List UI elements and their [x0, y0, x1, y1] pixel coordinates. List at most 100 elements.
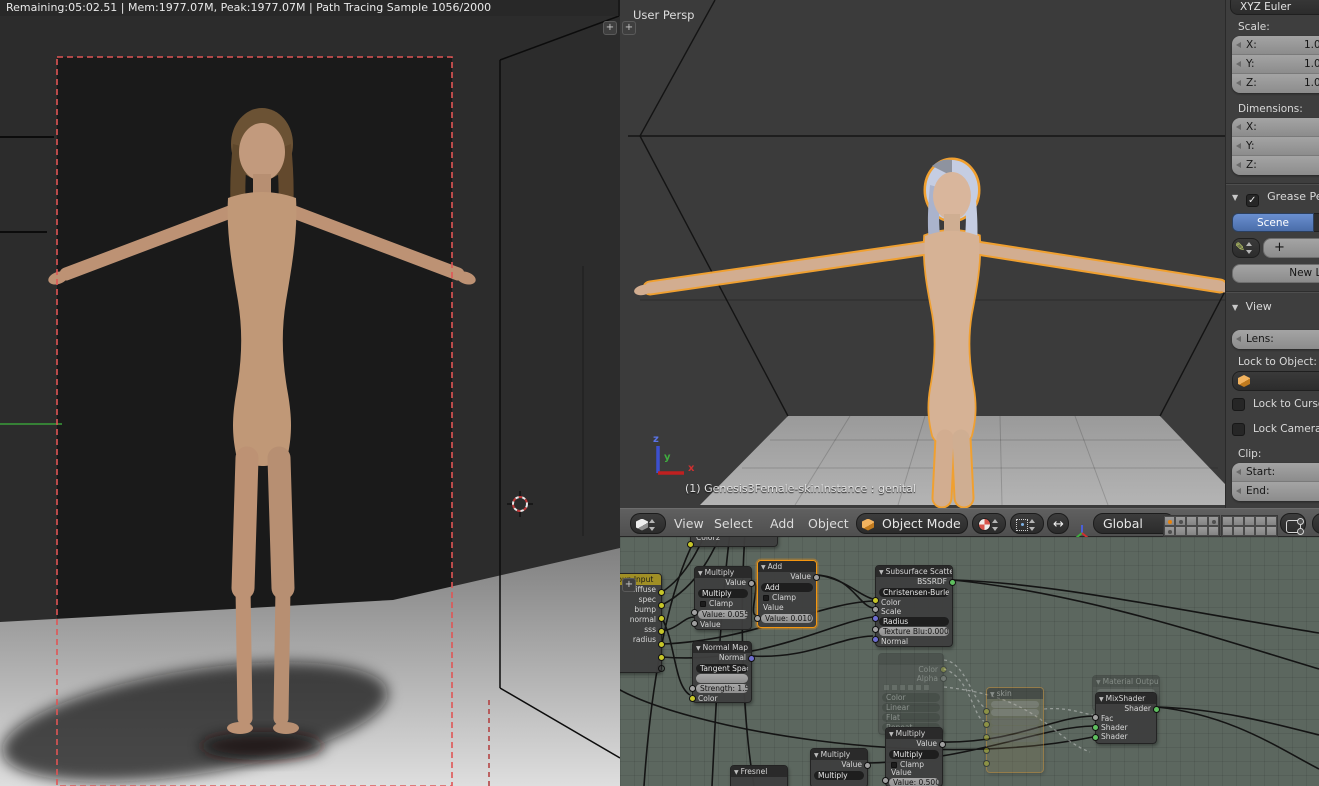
input-socket[interactable]: [983, 760, 990, 767]
input-socket[interactable]: [872, 615, 879, 622]
output-socket[interactable]: [658, 628, 665, 635]
interpolation-dropdown[interactable]: Linear: [882, 703, 940, 712]
input-socket[interactable]: [687, 541, 694, 548]
output-socket[interactable]: [813, 574, 820, 581]
decrement-icon[interactable]: [1236, 488, 1241, 494]
input-socket[interactable]: [691, 620, 698, 627]
radius-dropdown[interactable]: Radius: [879, 617, 949, 626]
clip-end-slider[interactable]: End:: [1232, 482, 1319, 501]
layer-cell[interactable]: [1164, 516, 1175, 526]
clamp-checkbox[interactable]: [763, 595, 769, 601]
node-fresnel[interactable]: ▼Fresnel: [730, 765, 788, 786]
layer-cell[interactable]: [1266, 516, 1277, 526]
input-socket[interactable]: [872, 626, 879, 633]
decrement-icon[interactable]: [1236, 124, 1241, 130]
output-socket[interactable]: [658, 602, 665, 609]
decrement-icon[interactable]: [1236, 61, 1241, 67]
lock-to-scene-toggle[interactable]: [1280, 513, 1306, 534]
output-socket[interactable]: [939, 741, 946, 748]
grease-pencil-draw-button[interactable]: ✎: [1232, 238, 1260, 258]
layer-cell[interactable]: [1175, 516, 1186, 526]
input-socket[interactable]: [872, 606, 879, 613]
decrement-icon[interactable]: [1236, 469, 1241, 475]
layer-cell[interactable]: [1266, 526, 1277, 536]
layers-widget-group1[interactable]: [1163, 515, 1220, 537]
menu-view[interactable]: View: [670, 509, 708, 538]
output-socket[interactable]: [1153, 706, 1160, 713]
decrement-icon[interactable]: [1236, 162, 1241, 168]
value-slider[interactable]: Value: 0.055: [698, 610, 748, 619]
clamp-checkbox[interactable]: [891, 762, 897, 768]
decrement-icon[interactable]: [1236, 80, 1241, 86]
output-socket[interactable]: [658, 589, 665, 596]
output-socket[interactable]: [949, 579, 956, 586]
node-mix-partial[interactable]: Color2: [690, 537, 778, 547]
input-socket[interactable]: [872, 597, 879, 604]
3d-viewport[interactable]: z y x User Persp (1) Genesis3Female-skin…: [620, 0, 1319, 508]
expand-node-panel-button[interactable]: +: [622, 578, 636, 592]
pivot-point-dropdown[interactable]: [1010, 513, 1044, 534]
texture-blur-slider[interactable]: Texture Blu:0.000: [879, 627, 949, 636]
node-add-selected[interactable]: ▼Add Value Add Clamp Value Value: 0.010: [757, 560, 817, 628]
input-socket[interactable]: [1092, 714, 1099, 721]
decrement-icon[interactable]: [1236, 143, 1241, 149]
falloff-dropdown[interactable]: Christensen-Burley: [879, 588, 949, 597]
layer-cell[interactable]: [1175, 526, 1186, 536]
layer-cell[interactable]: [1244, 516, 1255, 526]
layer-cell[interactable]: [1208, 526, 1219, 536]
expand-toolshelf-button[interactable]: +: [622, 21, 636, 35]
node-multiply[interactable]: ▼Multiply Value Multiply Clamp Value Val…: [885, 727, 943, 786]
value-slider[interactable]: Value: 0.010: [761, 614, 813, 623]
layer-cell[interactable]: [1222, 516, 1233, 526]
layer-cell[interactable]: [1197, 526, 1208, 536]
output-socket[interactable]: [940, 675, 947, 682]
input-socket[interactable]: [983, 721, 990, 728]
new-layer-button[interactable]: New Layer: [1232, 264, 1319, 283]
expand-region-button[interactable]: +: [603, 21, 617, 35]
operation-dropdown[interactable]: Multiply: [889, 750, 939, 759]
menu-add[interactable]: Add: [766, 509, 798, 538]
output-socket[interactable]: [658, 654, 665, 661]
operation-dropdown[interactable]: Multiply: [698, 589, 748, 598]
node-multiply[interactable]: ▼Multiply Value Multiply: [810, 748, 868, 786]
dim-y-field[interactable]: Y:: [1232, 137, 1319, 156]
output-socket[interactable]: [658, 615, 665, 622]
input-socket[interactable]: [689, 695, 696, 702]
input-socket[interactable]: [754, 615, 761, 622]
collapse-icon[interactable]: ▼: [1232, 303, 1238, 312]
lock-to-cursor-checkbox[interactable]: [1232, 398, 1245, 411]
node-multiply[interactable]: ▼Multiply Value Multiply Clamp Value: 0.…: [694, 566, 752, 630]
input-socket[interactable]: [691, 609, 698, 616]
output-socket[interactable]: [658, 641, 665, 648]
decrement-icon[interactable]: [1236, 42, 1241, 48]
dim-x-field[interactable]: X:: [1232, 118, 1319, 137]
uv-map-field[interactable]: [696, 674, 748, 683]
decrement-icon[interactable]: [1236, 336, 1241, 342]
scale-y-field[interactable]: Y:1.000: [1232, 55, 1319, 74]
layers-widget-group2[interactable]: [1221, 515, 1278, 537]
layer-cell[interactable]: [1186, 516, 1197, 526]
operation-dropdown[interactable]: Multiply: [814, 771, 864, 780]
scale-x-field[interactable]: X:1.000: [1232, 36, 1319, 55]
grease-pencil-panel-header[interactable]: ▼ ✓ Grease Pencil: [1232, 190, 1319, 207]
grease-pencil-add-button[interactable]: +: [1263, 238, 1319, 258]
rotation-mode-dropdown[interactable]: XYZ Euler: [1230, 0, 1319, 15]
menu-select[interactable]: Select: [710, 509, 757, 538]
layer-cell[interactable]: [1233, 526, 1244, 536]
clamp-checkbox[interactable]: [700, 601, 706, 607]
layer-cell[interactable]: [1164, 526, 1175, 536]
output-socket[interactable]: [748, 655, 755, 662]
mode-dropdown[interactable]: Object Mode: [856, 513, 968, 534]
input-socket[interactable]: [689, 685, 696, 692]
node-subsurface-scattering[interactable]: ▼Subsurface Scattering BSSRDF Christense…: [875, 565, 953, 647]
lens-slider[interactable]: Lens:: [1232, 330, 1319, 349]
space-dropdown[interactable]: Tangent Space: [696, 664, 748, 673]
collapse-icon[interactable]: ▼: [1232, 193, 1238, 202]
projection-dropdown[interactable]: Flat: [882, 713, 940, 722]
scale-z-field[interactable]: Z:1.000: [1232, 74, 1319, 93]
node-image-texture-muted[interactable]: Color Alpha Color Linear Flat Repeat: [878, 653, 944, 735]
grease-pencil-scene-tab[interactable]: Scene: [1232, 213, 1314, 232]
input-socket[interactable]: [983, 734, 990, 741]
manipulator-toggle[interactable]: ↔: [1047, 513, 1069, 534]
layer-cell[interactable]: [1186, 526, 1197, 536]
